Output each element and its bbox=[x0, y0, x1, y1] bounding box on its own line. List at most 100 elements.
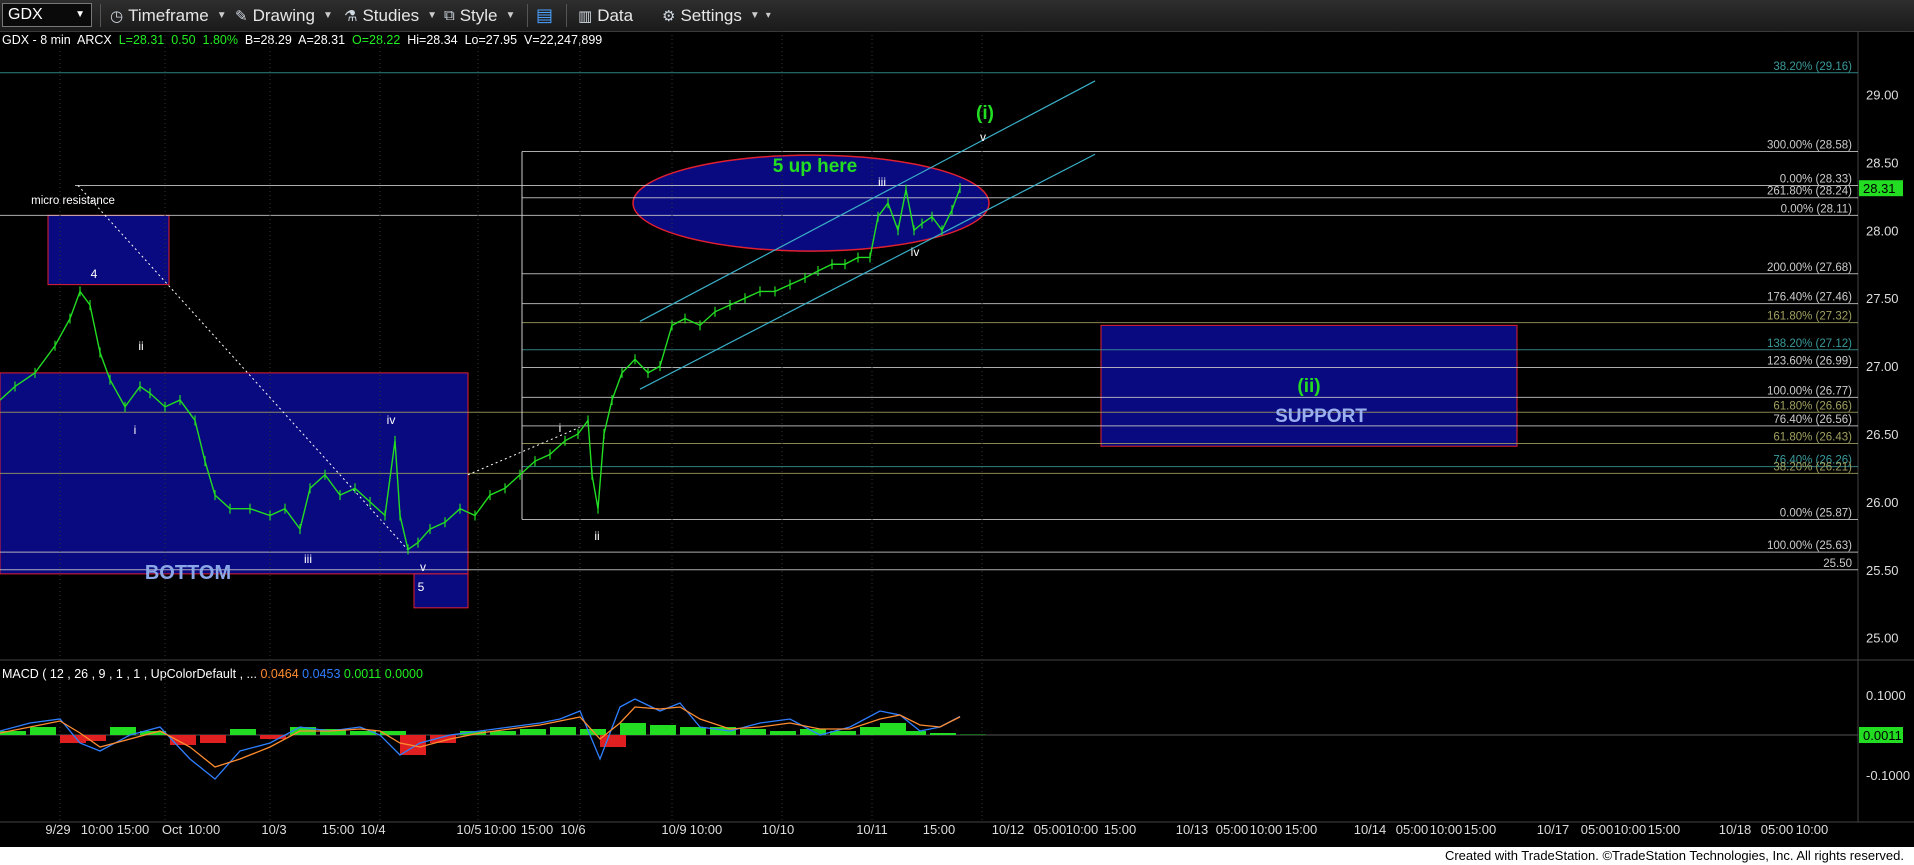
fib-level-label: 100.00% (26.77) bbox=[1767, 385, 1852, 397]
y-axis-tick-label: 28.50 bbox=[1866, 155, 1899, 170]
x-axis-tick-label: 10:00 bbox=[188, 822, 221, 837]
drawing-button[interactable]: ✎ Drawing ▼ bbox=[235, 5, 333, 26]
channel-lower-line bbox=[639, 153, 1096, 390]
wave-annotation: iii bbox=[304, 552, 312, 566]
wave-annotation: v bbox=[980, 130, 986, 144]
x-axis-tick-label: 15:00 bbox=[322, 822, 355, 837]
boxes-layer bbox=[0, 154, 1518, 609]
signal-line bbox=[0, 706, 961, 768]
chevron-down-icon: ▼ bbox=[749, 10, 760, 21]
timeframe-button[interactable]: ◷ Timeframe ▼ bbox=[110, 5, 227, 26]
data-button[interactable]: ▥ Data bbox=[578, 5, 633, 26]
chevron-down-icon: ▼ bbox=[216, 10, 227, 21]
channel-upper-line bbox=[639, 80, 1096, 322]
macd-histogram-bar bbox=[800, 729, 826, 735]
style-button[interactable]: ⧉ Style ▼ bbox=[444, 5, 515, 26]
x-axis-tick-label: 05:00 bbox=[1216, 822, 1249, 837]
x-axis-tick-label: 10:00 bbox=[1430, 822, 1463, 837]
macd-histogram-bar bbox=[580, 729, 606, 735]
settings-label: Settings bbox=[680, 5, 742, 25]
macd-label: MACD ( 12 , 26 , 9 , 1 , 1 , UpColorDefa… bbox=[2, 667, 257, 681]
macd-histogram-bar bbox=[830, 731, 856, 735]
symbol-description: GDX - 8 min bbox=[2, 33, 71, 47]
macd-histogram-bar bbox=[550, 727, 576, 735]
x-axis-tick-label: 15:00 bbox=[521, 822, 554, 837]
x-axis-tick-label: 10/11 bbox=[856, 822, 888, 837]
volume: V=22,247,899 bbox=[524, 33, 603, 47]
fib-level-label: 176.40% (27.46) bbox=[1767, 292, 1852, 304]
x-axis-tick-label: 10/10 bbox=[762, 822, 795, 837]
fib-level-label: 76.40% (26.56) bbox=[1773, 414, 1852, 426]
bid: B=28.29 bbox=[244, 33, 292, 47]
wave-annotation: iii bbox=[878, 175, 886, 189]
fib-level-label: 76.40% (26.26) bbox=[1773, 455, 1852, 467]
timeframe-label: Timeframe bbox=[128, 5, 209, 25]
macd-histogram-bar bbox=[600, 735, 626, 747]
macd-histogram-bar bbox=[200, 735, 226, 743]
macd-histogram-bar bbox=[110, 727, 136, 735]
fibonacci-layer: 38.20% (29.16) 300.00% (28.58) 0.00% (28.3… bbox=[0, 61, 1858, 571]
chevron-down-icon: ▼ bbox=[505, 10, 516, 21]
resistance-box bbox=[47, 214, 170, 286]
x-axis-tick-label: 15:00 bbox=[1464, 822, 1497, 837]
macd-histogram-bar bbox=[230, 729, 256, 735]
annotations-layer: micro resistance4iiiiiiivv5BOTTOMiiiiiii… bbox=[31, 103, 1367, 594]
toolbar-divider bbox=[566, 4, 567, 27]
macd-histogram-bar bbox=[460, 731, 486, 735]
symbol-input[interactable]: GDX ▼ bbox=[2, 3, 92, 27]
layout-button[interactable]: ▤ bbox=[536, 5, 558, 26]
macd-current-label: 0.0011 bbox=[1863, 728, 1902, 743]
macd-histogram-bar bbox=[860, 727, 886, 735]
macd-histogram-bar bbox=[930, 733, 956, 735]
x-axis-tick-label: 05:00 bbox=[1761, 822, 1794, 837]
toolbar-divider bbox=[100, 4, 101, 27]
x-axis-tick-label: 10/6 bbox=[560, 822, 585, 837]
gear-icon: ⚙ bbox=[662, 7, 676, 25]
wave-annotation: iv bbox=[387, 413, 396, 427]
x-axis-tick-label: 15:00 bbox=[1104, 822, 1137, 837]
chevron-down-icon: ▼ bbox=[322, 10, 333, 21]
y-axis-tick-label: 26.00 bbox=[1866, 495, 1899, 510]
macd-pane: 0.1000 -0.1000 0.0011 bbox=[0, 688, 1910, 783]
high: Hi=28.34 bbox=[407, 33, 458, 47]
wave-annotation: i bbox=[559, 421, 562, 435]
macd-histogram-bar bbox=[710, 727, 736, 735]
chevron-down-icon: ▼ bbox=[75, 9, 85, 20]
x-axis-tick-label: 10/13 bbox=[1176, 822, 1209, 837]
price-chart[interactable]: 38.20% (29.16) 300.00% (28.58) 0.00% (28.3… bbox=[0, 0, 1914, 847]
macd-diff-value: 0.0011 bbox=[343, 667, 382, 681]
chevron-down-icon: ▾ bbox=[765, 10, 771, 21]
x-axis-tick-label: 15:00 bbox=[1285, 822, 1318, 837]
exchange: ARCX bbox=[77, 33, 112, 47]
drawings-layer bbox=[59, 31, 1096, 822]
x-axis-tick-label: 10:00 bbox=[1796, 822, 1829, 837]
wave-annotation: v bbox=[420, 560, 426, 574]
style-label: Style bbox=[459, 5, 498, 25]
fib-level-label: 123.60% (26.99) bbox=[1767, 355, 1852, 367]
low: Lo=27.95 bbox=[464, 33, 518, 47]
x-axis-tick-label: 15:00 bbox=[923, 822, 956, 837]
macd-histogram-bar bbox=[620, 723, 646, 735]
wave-annotation: 5 up here bbox=[773, 156, 857, 177]
macd-histogram-bar bbox=[60, 735, 86, 743]
x-axis-tick-label: 10:00 bbox=[690, 822, 723, 837]
x-axis-tick-label: 10/14 bbox=[1354, 822, 1387, 837]
x-axis-tick-label: 10:00 bbox=[1066, 822, 1099, 837]
macd-axis-label: 0.1000 bbox=[1866, 688, 1906, 703]
macd-histogram-bar bbox=[740, 729, 766, 735]
macd-histogram-bar bbox=[490, 731, 516, 735]
fib-level-label: 0.00% (25.87) bbox=[1780, 508, 1852, 520]
toolbar-divider bbox=[527, 4, 528, 27]
dashed-trendline bbox=[467, 426, 581, 476]
settings-button[interactable]: ⚙ Settings ▼ ▾ bbox=[662, 5, 771, 26]
y-axis-tick-label: 26.50 bbox=[1866, 427, 1899, 442]
fib-level-label: 161.80% (27.32) bbox=[1767, 311, 1852, 323]
wave-annotation: 5 bbox=[418, 580, 425, 594]
style-icon: ⧉ bbox=[444, 7, 455, 24]
studies-button[interactable]: ⚗ Studies ▼ bbox=[344, 5, 437, 26]
x-axis-tick-label: 05:00 bbox=[1034, 822, 1067, 837]
y-axis: 25.00 25.50 26.00 26.50 27.00 27.50 28.00 28.50… bbox=[1859, 88, 1903, 646]
wave-annotation: ii bbox=[594, 529, 599, 543]
x-axis-tick-label: 10:00 bbox=[1614, 822, 1647, 837]
pencil-icon: ✎ bbox=[235, 7, 248, 25]
